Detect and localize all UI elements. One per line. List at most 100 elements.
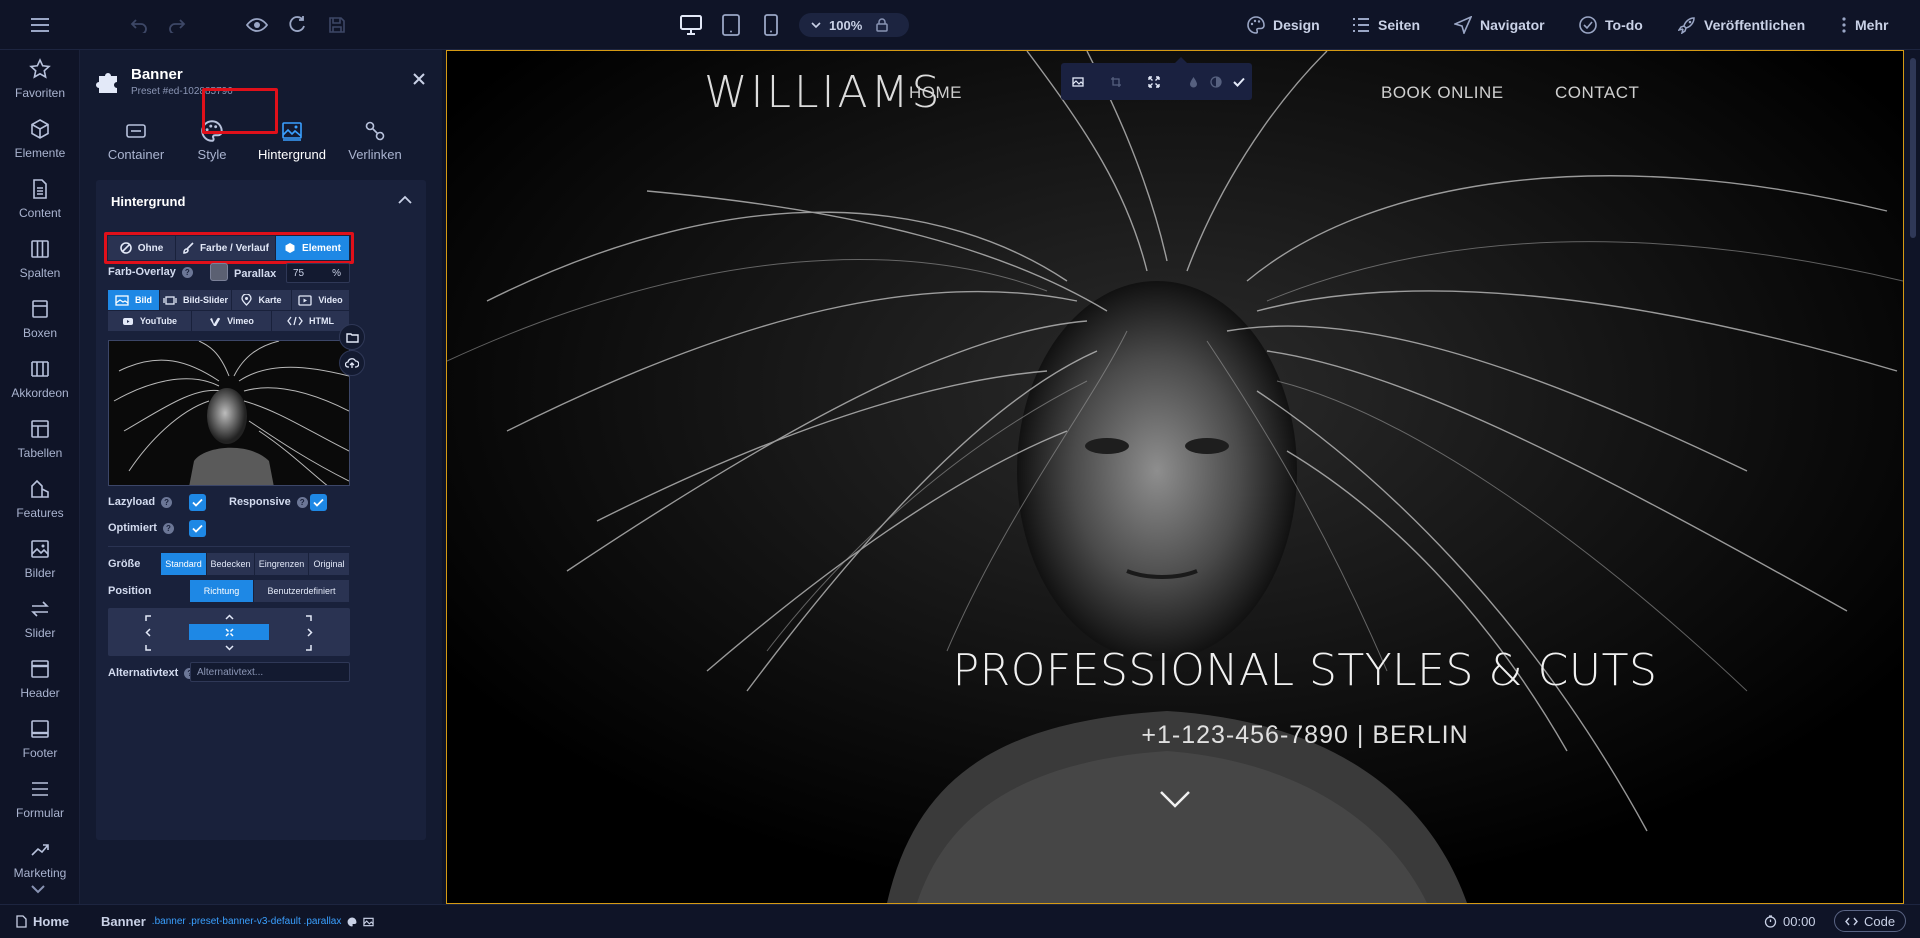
sidebar-item-spalten[interactable]: Spalten (0, 230, 80, 290)
sidebar-item-boxen[interactable]: Boxen (0, 290, 80, 350)
upload-cloud-icon[interactable] (339, 350, 365, 376)
close-icon[interactable] (412, 72, 426, 86)
corner-bottom-right-icon[interactable] (302, 641, 314, 653)
media-type-html[interactable]: HTML (272, 311, 350, 331)
sidebar-item-bilder[interactable]: Bilder (0, 530, 80, 590)
confirm-check-icon[interactable] (1230, 73, 1248, 91)
arrow-left-icon[interactable] (142, 626, 154, 638)
website-preview-canvas[interactable]: WILLIAMS HOME CES BOOK ONLINE CONTACT PR… (446, 50, 1904, 904)
topnav-more[interactable]: Mehr (1841, 13, 1888, 37)
canvas-scrollbar[interactable] (1906, 50, 1920, 904)
image-toolbar (1061, 57, 1252, 100)
site-logo[interactable]: WILLIAMS (704, 67, 942, 118)
responsive-label-text: Responsive (229, 496, 291, 508)
sidebar-item-marketing[interactable]: Marketing (0, 830, 80, 890)
hamburger-menu-icon[interactable] (28, 13, 52, 37)
scroll-down-chevron-icon[interactable] (1159, 789, 1191, 809)
media-type-youtube[interactable]: YouTube (108, 311, 192, 331)
media-type-bild[interactable]: Bild (108, 290, 160, 310)
sidebar-item-formular[interactable]: Formular (0, 770, 80, 830)
crop-icon[interactable] (1107, 73, 1125, 91)
size-label: Größe (108, 558, 141, 570)
tab-container[interactable]: Container (96, 116, 176, 166)
sidebar-item-akkordeon[interactable]: Akkordeon (0, 350, 80, 410)
topnav-navigator[interactable]: Navigator (1454, 13, 1545, 37)
center-position-button[interactable] (189, 624, 269, 640)
chevron-up-icon[interactable] (398, 195, 412, 204)
responsive-checkbox[interactable] (310, 494, 327, 511)
help-icon[interactable]: ? (161, 496, 173, 508)
corner-top-left-icon[interactable] (142, 612, 154, 624)
size-option-bedecken[interactable]: Bedecken (207, 553, 255, 575)
chevron-down-icon[interactable] (30, 884, 46, 894)
lazyload-checkbox[interactable] (189, 494, 206, 511)
breadcrumb-home[interactable]: Home (16, 905, 69, 938)
site-nav-contact[interactable]: CONTACT (1555, 83, 1639, 103)
media-type-vimeo[interactable]: Vimeo (192, 311, 272, 331)
arrow-up-icon[interactable] (223, 611, 235, 623)
redo-icon[interactable] (165, 13, 189, 37)
site-nav-book-online[interactable]: BOOK ONLINE (1381, 83, 1504, 103)
vimeo-icon (210, 317, 221, 326)
sidebar-item-label: Akkordeon (11, 386, 69, 400)
sidebar-item-favoriten[interactable]: Favoriten (0, 50, 80, 110)
contrast-icon[interactable] (1207, 73, 1225, 91)
tab-verlinken[interactable]: Verlinken (335, 116, 415, 166)
image-icon[interactable] (1069, 73, 1087, 91)
undo-icon[interactable] (127, 13, 151, 37)
arrow-down-icon[interactable] (223, 642, 235, 654)
help-icon[interactable]: ? (181, 266, 193, 278)
sidebar-item-tabellen[interactable]: Tabellen (0, 410, 80, 470)
sidebar-item-features[interactable]: Features (0, 470, 80, 530)
corner-bottom-left-icon[interactable] (142, 641, 154, 653)
scrollbar-thumb[interactable] (1910, 58, 1916, 238)
background-image-preview[interactable] (108, 340, 350, 486)
position-option-richtung[interactable]: Richtung (190, 580, 254, 602)
help-icon[interactable]: ? (162, 522, 174, 534)
help-icon[interactable]: ? (296, 496, 308, 508)
tablet-view-icon[interactable] (719, 13, 743, 37)
lock-icon[interactable] (876, 18, 888, 32)
mobile-view-icon[interactable] (759, 13, 783, 37)
sidebar-item-elemente[interactable]: Elemente (0, 110, 80, 170)
hero-phone[interactable]: +1-123-456-7890 (1141, 721, 1349, 749)
sidebar-item-content[interactable]: Content (0, 170, 80, 230)
video-icon (298, 294, 312, 306)
optimized-checkbox[interactable] (189, 520, 206, 537)
media-type-bild-slider[interactable]: Bild-Slider (160, 290, 232, 310)
refresh-icon[interactable] (285, 13, 309, 37)
corner-top-right-icon[interactable] (302, 612, 314, 624)
folder-icon[interactable] (339, 324, 365, 350)
site-nav-home[interactable]: HOME (909, 83, 962, 103)
topnav-seiten[interactable]: Seiten (1352, 13, 1420, 37)
position-option-benutzerdefiniert[interactable]: Benutzerdefiniert (254, 580, 350, 602)
preview-eye-icon[interactable] (245, 13, 269, 37)
zoom-selector[interactable]: 100% (799, 13, 909, 37)
overlay-color-swatch[interactable] (210, 263, 228, 281)
hero-title: PROFESSIONAL STYLES & CUTS (952, 645, 1658, 696)
desktop-view-icon[interactable] (679, 13, 703, 37)
parallax-input[interactable]: 75 % (286, 263, 350, 283)
topnav-publish[interactable]: Veröffentlichen (1678, 13, 1805, 37)
arrow-right-icon[interactable] (304, 626, 316, 638)
topnav-design[interactable]: Design (1247, 13, 1320, 37)
media-type-label: Vimeo (227, 316, 254, 326)
sidebar-item-slider[interactable]: Slider (0, 590, 80, 650)
fullscreen-icon[interactable] (1145, 73, 1163, 91)
breadcrumb-element[interactable]: Banner .banner .preset-banner-v3-default… (101, 905, 375, 938)
optimized-label: Optimiert ? (108, 522, 174, 534)
size-option-standard[interactable]: Standard (161, 553, 207, 575)
document-icon (33, 179, 47, 199)
sidebar-item-footer[interactable]: Footer (0, 710, 80, 770)
size-option-original[interactable]: Original (309, 553, 350, 575)
save-icon[interactable] (325, 13, 349, 37)
media-type-label: HTML (309, 316, 334, 326)
code-button[interactable]: Code (1834, 910, 1907, 932)
media-type-video[interactable]: Video (292, 290, 350, 310)
media-type-karte[interactable]: Karte (232, 290, 292, 310)
size-option-eingrenzen[interactable]: Eingrenzen (255, 553, 309, 575)
topnav-todo[interactable]: To-do (1579, 13, 1643, 37)
drop-icon[interactable] (1184, 73, 1202, 91)
sidebar-item-header[interactable]: Header (0, 650, 80, 710)
alt-text-input[interactable]: Alternativtext... (190, 662, 350, 682)
